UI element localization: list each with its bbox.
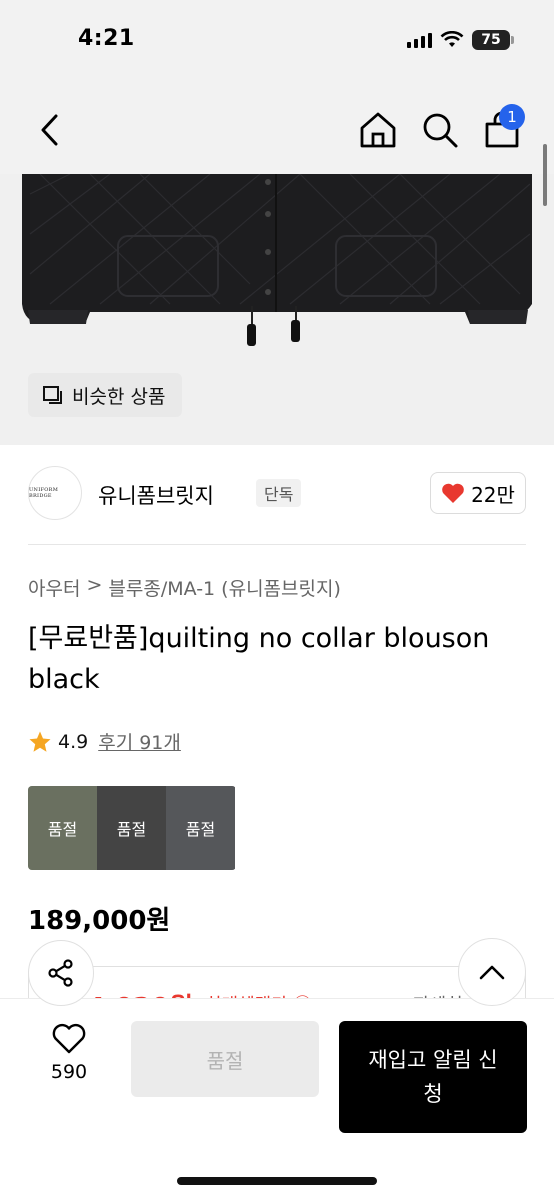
chevron-left-icon: [41, 114, 58, 146]
brand-like-button[interactable]: 22만: [430, 472, 526, 514]
review-link[interactable]: 후기 91개: [98, 728, 181, 755]
sold-out-label: 품절: [47, 820, 78, 839]
product-price: 189,000원: [28, 906, 171, 936]
color-option-khaki[interactable]: 품절: [28, 786, 97, 870]
brand-like-count: 22만: [471, 482, 515, 507]
breadcrumb-separator: >: [86, 574, 103, 596]
home-button[interactable]: [356, 108, 400, 152]
status-time: 4:21: [78, 26, 135, 51]
scrollbar[interactable]: [543, 144, 547, 206]
similar-products-label: 비슷한 상품: [72, 385, 166, 408]
wishlist-button[interactable]: 590: [36, 1023, 102, 1093]
share-button[interactable]: [28, 940, 94, 1006]
product-title: [무료반품]quilting no collar blouson black: [28, 623, 490, 695]
cart-badge: 1: [499, 104, 525, 130]
home-icon: [360, 112, 396, 148]
star-icon: [29, 731, 51, 752]
rating-value: 4.9: [58, 730, 89, 753]
exclusive-badge: 단독: [256, 479, 302, 507]
breadcrumb-subcategory[interactable]: 블루종/MA-1 (유니폼브릿지): [108, 574, 341, 601]
status-bar: 4:21 75: [0, 0, 554, 86]
back-button[interactable]: [30, 108, 70, 152]
chevron-up-icon: [479, 965, 505, 980]
heart-filled-icon: [442, 483, 464, 503]
status-icons: 75: [407, 30, 514, 50]
home-indicator: [177, 1177, 377, 1185]
color-options: 품절 품절 품절: [28, 786, 236, 870]
search-icon: [423, 113, 458, 148]
sold-out-label: 품절: [185, 820, 216, 839]
breadcrumb-category[interactable]: 아우터: [28, 574, 80, 601]
nav-bar: [0, 86, 554, 174]
brand-logo-text: UNIFORM BRIDGE: [29, 487, 59, 499]
similar-items-icon: [43, 386, 62, 404]
divider: [28, 544, 526, 545]
breadcrumb: 아우터 > 블루종/MA-1 (유니폼브릿지): [28, 574, 341, 601]
wifi-icon: [440, 31, 464, 47]
similar-products-button[interactable]: 비슷한 상품: [28, 373, 182, 417]
share-icon: [48, 959, 73, 987]
restock-alert-button[interactable]: 재입고 알림 신청: [339, 1021, 527, 1133]
heart-outline-icon: [52, 1023, 86, 1054]
brand-logo[interactable]: UNIFORM BRIDGE: [28, 466, 82, 520]
search-button[interactable]: [418, 108, 462, 152]
signal-icon: [407, 32, 432, 48]
brand-name[interactable]: 유니폼브릿지: [98, 480, 214, 510]
scroll-top-button[interactable]: [458, 938, 526, 1006]
wishlist-count: 590: [50, 1061, 88, 1083]
sold-out-label: 품절: [116, 820, 147, 839]
color-option-black[interactable]: 품절: [97, 786, 166, 870]
sold-out-button[interactable]: 품절: [131, 1021, 319, 1097]
color-option-charcoal[interactable]: 품절: [166, 786, 235, 870]
rating-row: 4.9 후기 91개: [28, 728, 181, 755]
brand-row: UNIFORM BRIDGE 유니폼브릿지 단독 22만: [28, 466, 526, 522]
battery-icon: 75: [472, 30, 514, 50]
bottom-action-bar: 590 품절 재입고 알림 신청: [0, 998, 554, 1200]
